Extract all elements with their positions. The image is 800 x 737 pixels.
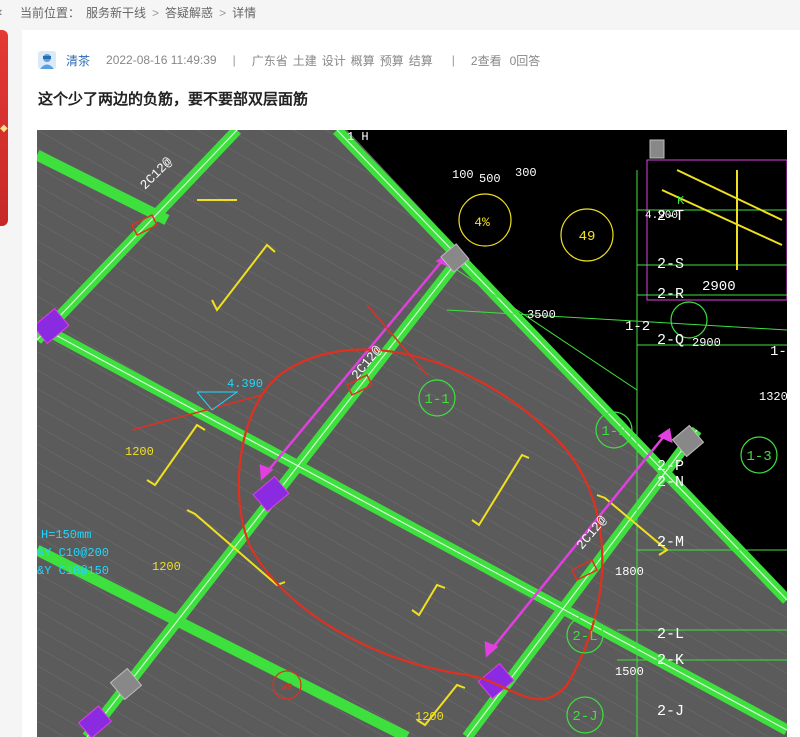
axis-bubble-label: 1-2 (601, 424, 626, 440)
dimension-text: 1200 (125, 445, 154, 459)
axis-label: 2-M (657, 534, 684, 551)
dimension-text: 4.390 (227, 377, 263, 391)
view-count: 2查看 (470, 53, 502, 68)
user-avatar-icon[interactable] (38, 51, 56, 69)
axis-bubble-label: 49 (579, 229, 596, 245)
cad-drawing-image[interactable]: 4% 49 1-1 1-2 1-3 2-L 2-J W8 2-T 2-S 2-R… (37, 130, 787, 737)
dimension-text: 100 (452, 168, 474, 182)
dimension-text: 1200 (152, 560, 181, 574)
post-tags: 广东省 土建 设计 概算 预算 结算 (252, 52, 438, 69)
axis-bubble-label: 4% (474, 215, 490, 230)
dimension-text: 500 (479, 172, 501, 186)
dimension-text: 1200 (415, 710, 444, 724)
axis-bubble-label: 1-3 (746, 449, 771, 465)
axis-label: K (677, 194, 685, 208)
meta-divider: | (232, 53, 236, 67)
post-stats: 2查看 0回答 (471, 52, 540, 69)
axis-label: 1- (770, 344, 787, 360)
dimension-text: 1800 (615, 565, 644, 579)
axis-label: 1 H (347, 130, 369, 144)
tag-settlement[interactable]: 结算 (409, 52, 433, 69)
axis-bubble-label: W8 (281, 683, 293, 694)
dimension-text: 2900 (702, 279, 736, 295)
dimension-text: 4.900 (645, 210, 678, 222)
axis-label: 2-R (657, 286, 684, 303)
dimension-text: 1500 (615, 665, 644, 679)
answer-count: 0回答 (509, 53, 541, 68)
chevron-left-icon[interactable]: ‹ (0, 5, 8, 19)
axis-bubble-label: 1-1 (424, 392, 449, 408)
breadcrumb-item-qa[interactable]: 答疑解惑 (165, 4, 213, 21)
dimension-text: 2900 (692, 336, 721, 350)
side-promo-banner[interactable]: ◆ (0, 30, 8, 226)
post-meta: 清茶 2022-08-16 11:49:39 | 广东省 土建 设计 概算 预算… (38, 50, 540, 70)
post-timestamp: 2022-08-16 11:49:39 (106, 53, 217, 67)
meta-divider: | (451, 53, 455, 67)
tag-region[interactable]: 广东省 (252, 52, 288, 69)
slab-note: &Y C10@200 (37, 546, 109, 560)
slab-note: H=150mm (41, 528, 91, 542)
axis-label: 2-N (657, 474, 684, 491)
dimension-text: 1320 (759, 390, 787, 404)
axis-label: 2-Q (657, 332, 684, 349)
post-card: 清茶 2022-08-16 11:49:39 | 广东省 土建 设计 概算 预算… (22, 30, 800, 737)
breadcrumb-item-detail: 详情 (232, 6, 257, 20)
breadcrumb-separator: > (219, 5, 227, 20)
axis-label: 2-P (657, 458, 684, 475)
axis-bubble-label: 2-L (572, 629, 597, 645)
dimension-text: 3500 (527, 308, 556, 322)
breadcrumb-bar: ‹ 当前位置： 服务新干线 > 答疑解惑 > 详情 (0, 0, 800, 24)
breadcrumb-item-service[interactable]: 服务新干线 (86, 4, 146, 21)
axis-bubble-label: 2-J (572, 709, 597, 725)
tag-estimate[interactable]: 概算 (351, 52, 375, 69)
dimension-text: 300 (515, 166, 537, 180)
axis-label: 2-J (657, 703, 684, 720)
tag-civil[interactable]: 土建 (293, 52, 317, 69)
breadcrumb: 当前位置： 服务新干线 > 答疑解惑 > 详情 (20, 4, 256, 21)
post-title: 这个少了两边的负筋，要不要部双层面筋 (38, 91, 309, 108)
axis-label: 2-K (657, 652, 684, 669)
slab-note: &Y C10@150 (37, 564, 109, 578)
tag-budget[interactable]: 预算 (380, 52, 404, 69)
axis-label: 2-L (657, 626, 684, 643)
breadcrumb-label: 当前位置： (20, 6, 81, 20)
tag-design[interactable]: 设计 (322, 52, 346, 69)
cad-drawing-svg: 4% 49 1-1 1-2 1-3 2-L 2-J W8 2-T 2-S 2-R… (37, 130, 787, 737)
axis-label: 2-S (657, 256, 684, 273)
axis-label: 1-2 (625, 319, 650, 335)
banner-glyph-icon: ◆ (0, 123, 8, 134)
author-name[interactable]: 清茶 (66, 52, 90, 69)
breadcrumb-separator: > (152, 5, 160, 20)
